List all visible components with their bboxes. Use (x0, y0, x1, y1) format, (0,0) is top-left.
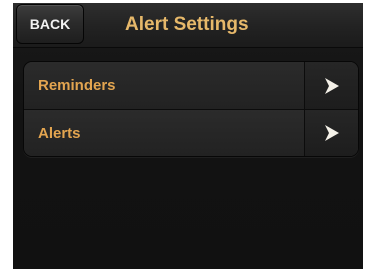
device-frame: BACK Alert Settings Reminders Alerts (0, 0, 371, 270)
navigation-bar: BACK Alert Settings (13, 3, 363, 48)
list-item-reminders[interactable]: Reminders (24, 62, 358, 110)
page-title: Alert Settings (125, 14, 249, 35)
settings-list: Reminders Alerts (23, 61, 359, 157)
back-button[interactable]: BACK (16, 4, 84, 44)
chevron-right-icon[interactable] (304, 62, 358, 109)
chevron-right-icon[interactable] (304, 110, 358, 156)
app-screen: BACK Alert Settings Reminders Alerts (13, 3, 363, 269)
list-item-label: Alerts (38, 125, 81, 142)
list-item-alerts[interactable]: Alerts (24, 110, 358, 156)
list-item-label: Reminders (38, 77, 116, 94)
